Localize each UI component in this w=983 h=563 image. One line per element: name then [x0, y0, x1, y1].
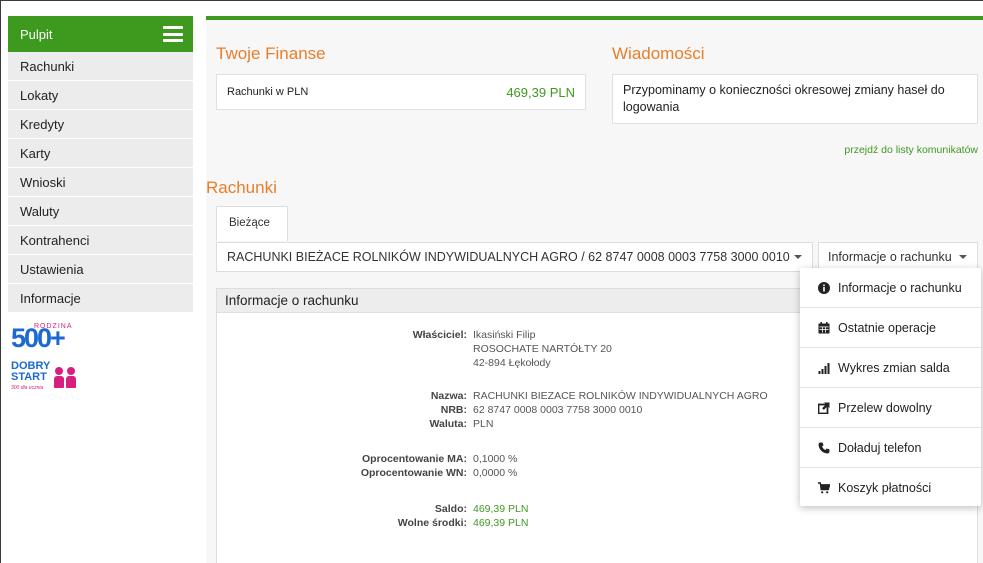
tab-biezace[interactable]: Bieżące: [216, 206, 288, 241]
menu-item-label: Przelew dowolny: [838, 400, 932, 415]
finance-title: Twoje Finanse: [216, 44, 326, 63]
sidebar: Pulpit Rachunki Lokaty Kredyty Karty Wni…: [8, 16, 193, 394]
sidebar-item-waluty[interactable]: Waluty: [8, 197, 193, 226]
name-value: RACHUNKI BIEZACE ROLNIKÓW INDYWIDUALNYCH…: [473, 390, 768, 402]
currency-label: Waluta:: [429, 418, 467, 430]
sidebar-item-pulpit[interactable]: Pulpit: [8, 16, 193, 52]
finance-summary-card[interactable]: Rachunki w PLN 469,39 PLN: [216, 74, 586, 110]
message-text: Przypominamy o konieczności okresowej zm…: [623, 83, 945, 114]
sidebar-item-label: Karty: [20, 145, 51, 161]
chevron-down-icon: [959, 255, 967, 259]
sidebar-item-kontrahenci[interactable]: Kontrahenci: [8, 226, 193, 255]
dobry-start-line2: START: [11, 371, 47, 383]
sidebar-item-karty[interactable]: Karty: [8, 139, 193, 168]
rodzina-500-logo[interactable]: RODZINA 500+: [11, 323, 101, 353]
sidebar-item-wnioski[interactable]: Wnioski: [8, 168, 193, 197]
rate-ma-value: 0,1000 %: [473, 453, 518, 465]
owner-label: Właściciel:: [412, 329, 467, 341]
sidebar-item-label: Ustawienia: [20, 261, 84, 277]
rate-wn-value: 0,0000 %: [473, 467, 518, 479]
sidebar-item-label: Informacje: [20, 290, 81, 306]
balance-label: Saldo:: [434, 503, 467, 515]
menu-item-label: Informacje o rachunku: [838, 280, 962, 295]
sidebar-item-label: Kredyty: [20, 116, 65, 132]
accounts-title: Rachunki: [206, 178, 277, 197]
messages-list-link[interactable]: przejdź do listy komunikatów: [844, 144, 978, 156]
sidebar-item-informacje[interactable]: Informacje: [8, 284, 193, 313]
menu-item-label: Wykres zmian salda: [838, 360, 950, 375]
phone-icon: [818, 442, 830, 454]
menu-item-label: Koszyk płatności: [838, 481, 932, 495]
menu-item-phone-topup[interactable]: Doładuj telefon: [800, 428, 981, 468]
calendar-icon: [818, 321, 830, 334]
dobry-start-text: DOBRY START 300 dla ucznia: [11, 361, 50, 394]
balance-value: 469,39 PLN: [473, 503, 529, 515]
finance-amount: 469,39 PLN: [506, 84, 575, 100]
owner-address-2: 42-894 Łękołody: [473, 357, 551, 369]
free-funds-label: Wolne środki:: [397, 517, 467, 529]
rate-ma-label: Oprocentowanie MA:: [361, 453, 467, 465]
logo500-small-text: RODZINA: [34, 323, 73, 330]
bar-chart-icon: [818, 362, 830, 374]
dobry-start-logo[interactable]: DOBRY START 300 dla ucznia: [11, 361, 193, 394]
chevron-down-icon: [794, 255, 802, 259]
messages-title: Wiadomości: [612, 44, 705, 63]
sidebar-top-label: Pulpit: [20, 26, 53, 42]
account-info-dropdown: Informacje o rachunku Ostatnie operacje …: [800, 268, 981, 506]
dobry-start-line3: 300 dla ucznia: [11, 385, 44, 391]
hamburger-menu-icon[interactable]: [163, 26, 183, 42]
sidebar-item-ustawienia[interactable]: Ustawienia: [8, 255, 193, 284]
sidebar-item-label: Wnioski: [20, 174, 66, 190]
menu-item-payment-cart[interactable]: Koszyk płatności: [800, 468, 981, 508]
rate-wn-label: Oprocentowanie WN:: [360, 467, 467, 479]
nrb-value: 62 8747 0008 0003 7758 3000 0010: [473, 404, 643, 416]
cart-icon: [818, 482, 830, 494]
finance-label: Rachunki w PLN: [227, 86, 309, 98]
menu-item-account-info[interactable]: Informacje o rachunku: [800, 268, 981, 308]
account-select[interactable]: RACHUNKI BIEŻACE ROLNIKÓW INDYWIDUALNYCH…: [216, 242, 813, 272]
account-select-value: RACHUNKI BIEŻACE ROLNIKÓW INDYWIDUALNYCH…: [227, 250, 790, 264]
sidebar-item-rachunki[interactable]: Rachunki: [8, 52, 193, 81]
sidebar-item-kredyty[interactable]: Kredyty: [8, 110, 193, 139]
name-label: Nazwa:: [430, 390, 467, 402]
owner-name: Ikasiński Filip: [473, 329, 536, 341]
menu-item-label: Doładuj telefon: [838, 440, 922, 455]
currency-value: PLN: [473, 418, 494, 430]
menu-item-recent-operations[interactable]: Ostatnie operacje: [800, 308, 981, 348]
sidebar-item-label: Lokaty: [20, 87, 59, 103]
menu-item-balance-chart[interactable]: Wykres zmian salda: [800, 348, 981, 388]
free-funds-value: 469,39 PLN: [473, 517, 529, 529]
kids-icon: [54, 366, 77, 389]
account-info-select-value: Informacje o rachunku: [828, 250, 952, 264]
menu-item-transfer[interactable]: Przelew dowolny: [800, 388, 981, 428]
nrb-label: NRB:: [440, 404, 467, 416]
sidebar-item-lokaty[interactable]: Lokaty: [8, 81, 193, 110]
menu-item-label: Ostatnie operacje: [838, 320, 936, 335]
external-link-icon: [818, 402, 830, 414]
info-circle-icon: [818, 281, 830, 294]
sidebar-item-label: Rachunki: [20, 58, 75, 74]
sidebar-item-label: Waluty: [20, 203, 60, 219]
sidebar-item-label: Kontrahenci: [20, 232, 90, 248]
owner-address-1: ROSOCHATE NARTÓŁTY 20: [473, 343, 612, 355]
message-card[interactable]: Przypominamy o konieczności okresowej zm…: [612, 74, 978, 124]
